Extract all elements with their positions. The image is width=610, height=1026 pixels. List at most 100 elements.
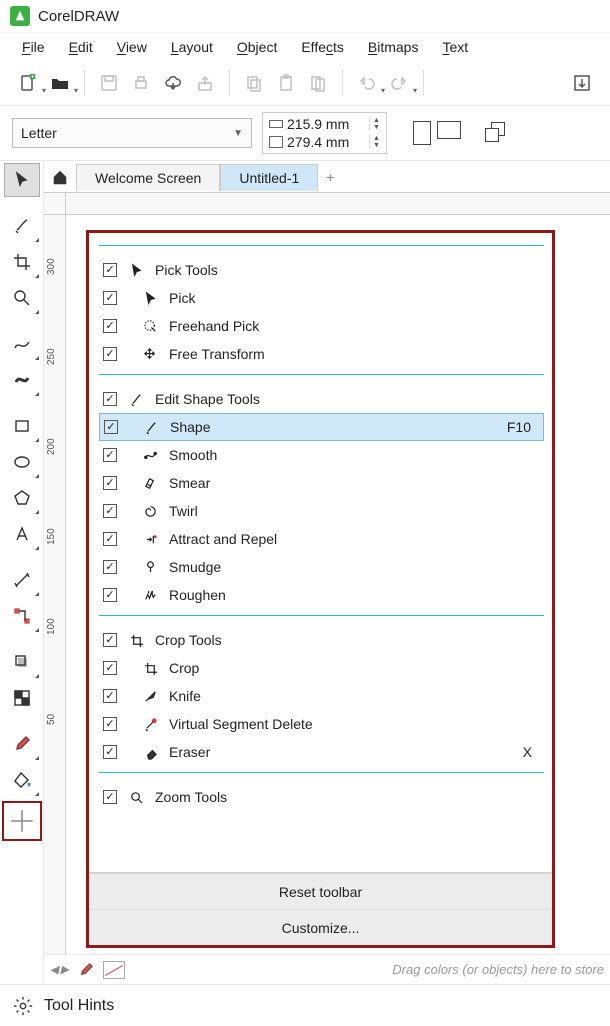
checkbox-icon[interactable]: ✓ (103, 263, 117, 277)
text-tool[interactable] (4, 517, 40, 551)
popup-tool-row[interactable]: ✓ Twirl (99, 497, 544, 525)
rectangle-tool[interactable] (4, 409, 40, 443)
portrait-button[interactable] (413, 121, 431, 145)
checkbox-icon[interactable]: ✓ (103, 504, 117, 518)
checkbox-icon[interactable]: ✓ (103, 392, 117, 406)
undo-button[interactable]: ▾ (353, 69, 381, 97)
dropshadow-tool[interactable] (4, 645, 40, 679)
copy-button[interactable] (240, 69, 268, 97)
freehand-tool[interactable] (4, 327, 40, 361)
open-button[interactable]: ▾ (46, 69, 74, 97)
property-bar: Letter ▼ 215.9 mm ▲▼ 279.4 mm ▲▼ (0, 106, 610, 161)
popup-tool-row[interactable]: ✓ Pick (99, 284, 544, 312)
landscape-button[interactable] (437, 121, 461, 139)
popup-tool-row[interactable]: ✓ Smudge (99, 553, 544, 581)
horizontal-ruler[interactable] (66, 193, 610, 215)
artistic-media-tool[interactable] (4, 363, 40, 397)
menu-view[interactable]: View (117, 39, 147, 55)
add-tool-button[interactable] (2, 801, 42, 841)
checkbox-icon[interactable]: ✓ (103, 745, 117, 759)
transparency-tool[interactable] (4, 681, 40, 715)
menu-text[interactable]: Text (442, 39, 468, 55)
checkbox-icon[interactable]: ✓ (103, 319, 117, 333)
popup-group-header[interactable]: ✓ Pick Tools (99, 256, 544, 284)
shape-tool[interactable] (4, 209, 40, 243)
checkbox-icon[interactable]: ✓ (103, 532, 117, 546)
popup-tool-row[interactable]: ✓ Eraser X (99, 738, 544, 766)
page-nav[interactable]: ◀▶ (50, 963, 69, 976)
customize-button[interactable]: Customize... (89, 909, 552, 945)
popup-group-header[interactable]: ✓ Edit Shape Tools (99, 385, 544, 413)
eyedropper-icon[interactable] (77, 961, 95, 979)
popup-tool-row[interactable]: ✓ Crop (99, 654, 544, 682)
home-tab[interactable] (44, 168, 76, 186)
height-field[interactable]: 279.4 mm (287, 134, 365, 150)
popup-tool-row[interactable]: ✓ Freehand Pick (99, 312, 544, 340)
no-outline-swatch[interactable] (103, 961, 125, 979)
pick-tool[interactable] (4, 163, 40, 197)
vertical-ruler[interactable]: 300 250 200 150 100 50 (44, 215, 66, 1007)
dimension-tool[interactable] (4, 563, 40, 597)
menu-layout[interactable]: Layout (171, 39, 213, 55)
new-tab-button[interactable]: + (318, 165, 342, 189)
tool-icon (141, 661, 159, 676)
menu-edit[interactable]: Edit (69, 39, 93, 55)
export-button[interactable] (191, 69, 219, 97)
checkbox-icon[interactable]: ✓ (103, 689, 117, 703)
menu-file[interactable]: File (22, 39, 45, 55)
zoom-tool[interactable] (4, 281, 40, 315)
eyedropper-tool[interactable] (4, 727, 40, 761)
clipboard-button[interactable] (304, 69, 332, 97)
checkbox-icon[interactable]: ✓ (103, 291, 117, 305)
tool-label: Crop (169, 660, 490, 676)
reset-toolbar-button[interactable]: Reset toolbar (89, 873, 552, 909)
tab-document[interactable]: Untitled-1 (220, 164, 318, 191)
popup-tool-row[interactable]: ✓ Attract and Repel (99, 525, 544, 553)
checkbox-icon[interactable]: ✓ (103, 347, 117, 361)
popup-group-header[interactable]: ✓ Zoom Tools (99, 783, 544, 811)
menu-object[interactable]: Object (237, 39, 277, 55)
print-button[interactable] (127, 69, 155, 97)
menu-bitmaps[interactable]: Bitmaps (368, 39, 419, 55)
popup-tool-row[interactable]: ✓ Smooth (99, 441, 544, 469)
connector-tool[interactable] (4, 599, 40, 633)
popup-tool-row[interactable]: ✓ Smear (99, 469, 544, 497)
checkbox-icon[interactable]: ✓ (103, 790, 117, 804)
ellipse-tool[interactable] (4, 445, 40, 479)
width-spinner[interactable]: ▲▼ (369, 117, 380, 131)
popup-tool-row[interactable]: ✓ Free Transform (99, 340, 544, 368)
pagesize-select[interactable]: Letter ▼ (12, 118, 252, 148)
popup-tool-row[interactable]: ✓ Knife (99, 682, 544, 710)
toolbox-customize-popup: ✓ Pick Tools ✓ Pick ✓ Freehand Pick ✓ Fr… (86, 230, 555, 948)
multipage-button[interactable] (485, 122, 509, 144)
checkbox-icon[interactable]: ✓ (103, 448, 117, 462)
width-field[interactable]: 215.9 mm (287, 116, 365, 132)
tool-shortcut: F10 (499, 419, 539, 435)
menu-effects[interactable]: Effects (301, 39, 344, 55)
fill-tool[interactable] (4, 763, 40, 797)
new-button[interactable]: ▾ (14, 69, 42, 97)
cloud-button[interactable] (159, 69, 187, 97)
save-button[interactable] (95, 69, 123, 97)
popup-group-header[interactable]: ✓ Crop Tools (99, 626, 544, 654)
paste-button[interactable] (272, 69, 300, 97)
redo-button[interactable]: ▾ (385, 69, 413, 97)
checkbox-icon[interactable]: ✓ (103, 476, 117, 490)
height-spinner[interactable]: ▲▼ (369, 135, 380, 149)
checkbox-icon[interactable]: ✓ (103, 661, 117, 675)
polygon-tool[interactable] (4, 481, 40, 515)
checkbox-icon[interactable]: ✓ (103, 588, 117, 602)
checkbox-icon[interactable]: ✓ (104, 420, 118, 434)
popup-tool-row[interactable]: ✓ Roughen (99, 581, 544, 609)
checkbox-icon[interactable]: ✓ (103, 717, 117, 731)
tab-welcome[interactable]: Welcome Screen (76, 164, 220, 191)
checkbox-icon[interactable]: ✓ (103, 633, 117, 647)
popup-tool-row[interactable]: ✓ Shape F10 (99, 413, 544, 441)
tool-hints-bar[interactable]: Tool Hints (0, 984, 610, 1026)
popup-tool-row[interactable]: ✓ Virtual Segment Delete (99, 710, 544, 738)
import-button[interactable] (568, 69, 596, 97)
ruler-origin[interactable] (44, 193, 66, 215)
crop-tool[interactable] (4, 245, 40, 279)
height-icon (269, 136, 283, 148)
checkbox-icon[interactable]: ✓ (103, 560, 117, 574)
